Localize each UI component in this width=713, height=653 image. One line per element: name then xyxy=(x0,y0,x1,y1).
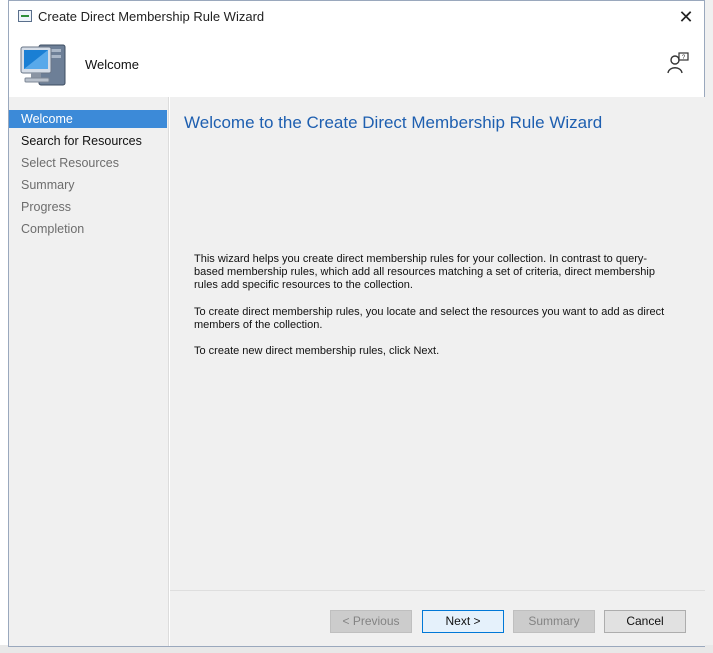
cancel-button[interactable]: Cancel xyxy=(604,610,686,633)
summary-button[interactable]: Summary xyxy=(513,610,595,633)
instructions-paragraph: To create direct membership rules, you l… xyxy=(194,306,665,331)
header-title: Welcome xyxy=(85,57,139,72)
page-title: Welcome to the Create Direct Membership … xyxy=(184,113,603,132)
previous-button[interactable]: < Previous xyxy=(330,610,412,633)
computer-icon xyxy=(20,44,66,86)
wizard-content: Welcome to the Create Direct Membership … xyxy=(170,97,705,590)
wizard-footer: < Previous Next > Summary Cancel xyxy=(170,590,705,646)
step-search-for-resources[interactable]: Search for Resources xyxy=(9,132,167,150)
wizard-window: Create Direct Membership Rule Wizard ✕ W… xyxy=(8,0,705,647)
step-welcome[interactable]: Welcome xyxy=(9,110,167,128)
step-completion[interactable]: Completion xyxy=(9,220,167,238)
title-bar[interactable]: Create Direct Membership Rule Wizard ✕ xyxy=(9,1,704,33)
wizard-app-icon xyxy=(18,10,32,22)
window-title: Create Direct Membership Rule Wizard xyxy=(38,9,265,24)
intro-paragraph: This wizard helps you create direct memb… xyxy=(194,253,655,291)
help-person-icon[interactable]: ? xyxy=(666,51,690,75)
next-button[interactable]: Next > xyxy=(422,610,504,633)
step-select-resources[interactable]: Select Resources xyxy=(9,154,167,172)
step-progress[interactable]: Progress xyxy=(9,198,167,216)
background-app-right-edge xyxy=(705,0,713,653)
wizard-steps-sidebar: Welcome Search for Resources Select Reso… xyxy=(9,97,169,646)
next-hint-paragraph: To create new direct membership rules, c… xyxy=(194,345,440,357)
step-summary[interactable]: Summary xyxy=(9,176,167,194)
close-button[interactable]: ✕ xyxy=(672,5,700,29)
wizard-header: Welcome ? xyxy=(9,33,704,97)
